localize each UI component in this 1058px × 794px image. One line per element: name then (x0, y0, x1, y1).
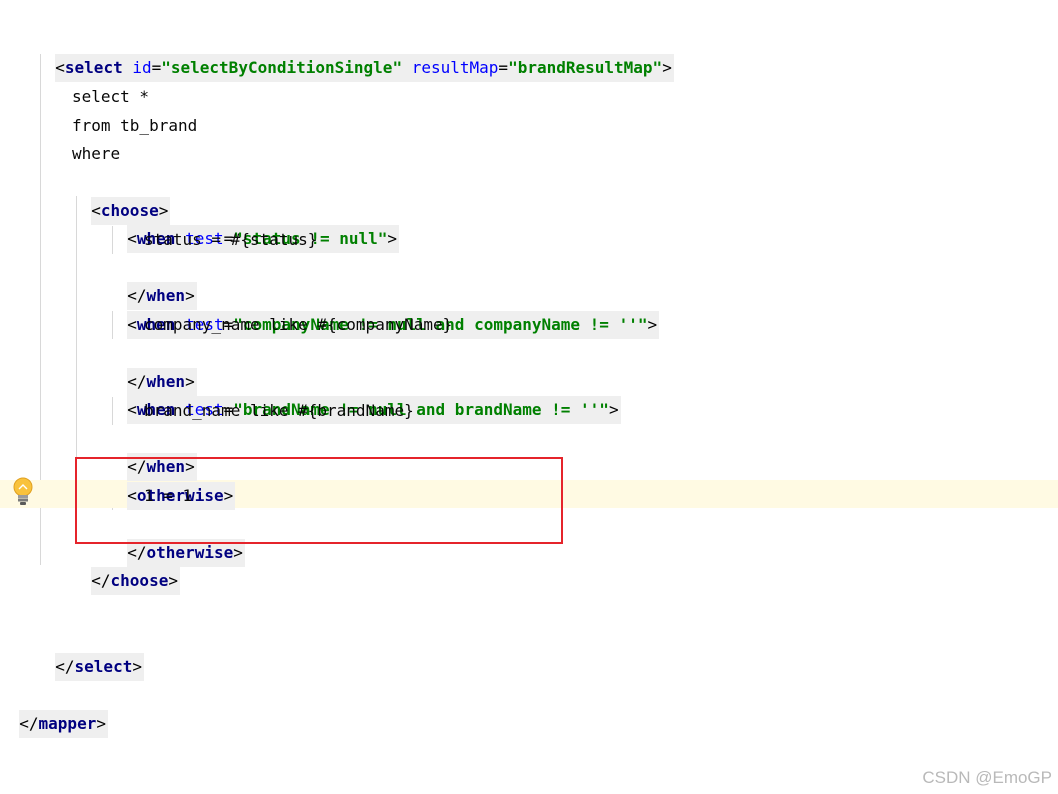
select-close-tag: </select> (55, 653, 144, 681)
mapper-close-tag: </mapper> (19, 710, 108, 738)
code-line-brand-body[interactable]: brand_name like #{brandName} (144, 397, 414, 425)
code-line-when-close[interactable]: </when> (108, 254, 197, 310)
code-line-select-close[interactable]: </select> (36, 625, 144, 681)
code-line-sql-where[interactable]: where (72, 140, 120, 168)
code-line-when-close[interactable]: </when> (108, 425, 197, 481)
code-line-when-close[interactable]: </when> (108, 340, 197, 396)
select-open-tag: <select id="selectByConditionSingle" res… (55, 54, 674, 82)
red-highlight-box (75, 457, 563, 544)
choose-close-tag: </choose> (91, 567, 180, 595)
code-line-company-body[interactable]: company_name like #{companyName} (144, 311, 452, 339)
lightbulb-icon[interactable] (12, 477, 34, 507)
code-line-when-brand[interactable]: <when test="brandName != null and brandN… (108, 368, 621, 424)
code-line-mapper-close[interactable]: </mapper> (0, 682, 108, 738)
code-line-sql-from[interactable]: from tb_brand (72, 112, 197, 140)
code-line-when-status[interactable]: <when test="status != null"> (108, 197, 400, 253)
code-line-sql-select[interactable]: select * (72, 83, 149, 111)
watermark: CSDN @EmoGP (922, 768, 1052, 787)
code-line-choose-open[interactable]: <choose> (72, 169, 171, 225)
code-line-select-open[interactable]: <select id="selectByConditionSingle" res… (36, 26, 674, 82)
code-line-when-company[interactable]: <when test="companyName != null and comp… (108, 283, 660, 339)
code-line-status-body[interactable]: status = #{status} (144, 226, 317, 254)
